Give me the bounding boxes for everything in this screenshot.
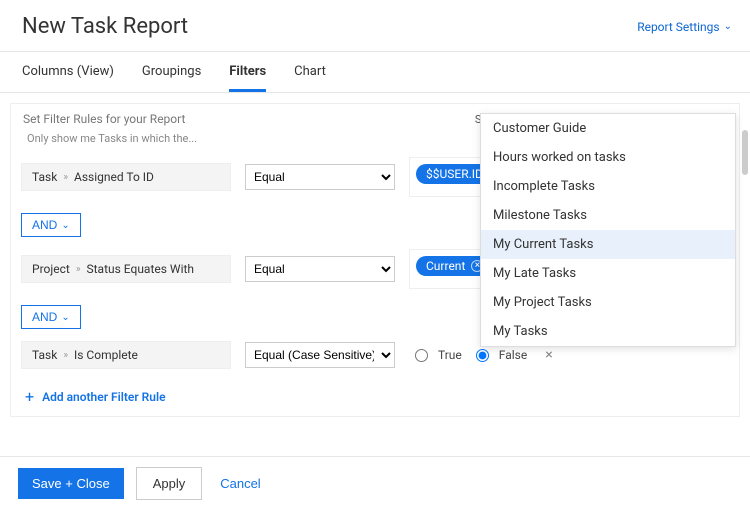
value-pill-label: Current <box>426 259 465 273</box>
chevron-down-icon: ⌄ <box>61 220 69 231</box>
dropdown-item[interactable]: My Project Tasks <box>481 288 735 317</box>
chevron-down-icon: ⌄ <box>724 21 732 32</box>
field-attribute: Is Complete <box>74 348 138 362</box>
rule-field[interactable]: Project » Status Equates With <box>21 255 231 283</box>
dropdown-item[interactable]: Milestone Tasks <box>481 201 735 230</box>
rule-field[interactable]: Task » Assigned To ID <box>21 163 231 191</box>
logic-operator-button[interactable]: AND ⌄ <box>21 213 81 237</box>
field-attribute: Assigned To ID <box>74 170 154 184</box>
tab-filters[interactable]: Filters <box>229 52 266 92</box>
apply-button[interactable]: Apply <box>136 467 203 500</box>
footer-bar: Save + Close Apply Cancel <box>0 456 750 510</box>
report-settings-label: Report Settings <box>637 20 719 34</box>
field-separator-icon: » <box>63 172 68 183</box>
field-object: Task <box>32 170 57 184</box>
field-object: Task <box>32 348 57 362</box>
dropdown-item[interactable]: My Late Tasks <box>481 259 735 288</box>
plus-icon: + <box>25 387 34 406</box>
rule-operator-select[interactable]: Equal (Case Sensitive) <box>245 342 395 368</box>
page-header: New Task Report Report Settings ⌄ <box>0 0 750 52</box>
radio-true-label: True <box>438 348 462 362</box>
dropdown-item[interactable]: My Tasks <box>481 317 735 346</box>
add-rule-label: Add another Filter Rule <box>42 390 165 404</box>
radio-false-label: False <box>499 348 527 362</box>
radio-true[interactable] <box>415 349 428 362</box>
field-object: Project <box>32 262 70 276</box>
radio-false[interactable] <box>476 349 489 362</box>
dropdown-item[interactable]: My Current Tasks <box>481 230 735 259</box>
logic-label: AND <box>32 310 57 324</box>
add-filter-rule-button[interactable]: + Add another Filter Rule <box>11 377 180 416</box>
tab-groupings[interactable]: Groupings <box>142 52 201 92</box>
dropdown-item[interactable]: Hours worked on tasks <box>481 143 735 172</box>
rule-field[interactable]: Task » Is Complete <box>21 341 231 369</box>
save-close-button[interactable]: Save + Close <box>18 468 124 499</box>
rule-radio-group: True False × <box>409 347 553 363</box>
field-separator-icon: » <box>76 264 81 275</box>
cancel-button[interactable]: Cancel <box>214 475 266 492</box>
dropdown-item[interactable]: Incomplete Tasks <box>481 172 735 201</box>
report-settings-link[interactable]: Report Settings ⌄ <box>637 20 732 34</box>
rule-operator-select[interactable]: Equal <box>245 164 395 190</box>
remove-rule-icon[interactable]: × <box>545 347 552 363</box>
logic-label: AND <box>32 218 57 232</box>
field-attribute: Status Equates With <box>87 262 195 276</box>
chevron-down-icon: ⌄ <box>61 312 69 323</box>
tab-columns[interactable]: Columns (View) <box>22 52 114 92</box>
dropdown-item[interactable]: Customer Guide <box>481 114 735 143</box>
rule-operator-select[interactable]: Equal <box>245 256 395 282</box>
field-separator-icon: » <box>63 350 68 361</box>
scrollbar-thumb[interactable] <box>742 130 748 175</box>
existing-filter-dropdown: Customer Guide Hours worked on tasks Inc… <box>480 113 736 347</box>
report-tabs: Columns (View) Groupings Filters Chart <box>0 52 750 93</box>
logic-operator-button[interactable]: AND ⌄ <box>21 305 81 329</box>
panel-heading: Set Filter Rules for your Report <box>23 112 185 126</box>
value-pill-label: $$USER.ID <box>426 167 483 181</box>
tab-chart[interactable]: Chart <box>294 52 326 92</box>
page-title: New Task Report <box>22 14 188 39</box>
